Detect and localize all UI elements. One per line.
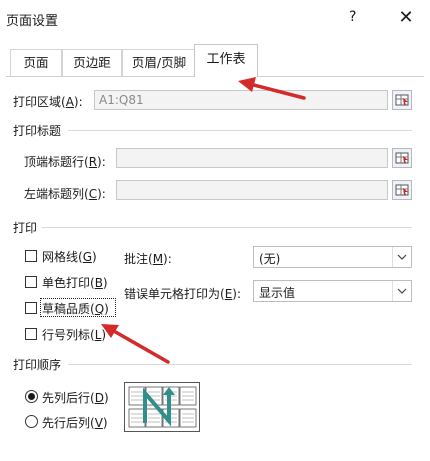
tab-page[interactable]: 页面	[10, 49, 62, 76]
tab-sheet[interactable]: 工作表	[194, 44, 258, 77]
title-cols-label: 左端标题列(C):	[24, 187, 106, 201]
row-col-headings-checkbox[interactable]	[25, 328, 37, 340]
range-select-icon	[395, 152, 409, 164]
annotation-arrow-to-draft-quality	[101, 324, 170, 364]
divider	[42, 227, 412, 228]
down-then-over-label: 先列后行(D)	[42, 391, 109, 405]
cell-errors-dropdown[interactable]: 显示值	[253, 280, 412, 302]
dialog-title: 页面设置	[6, 14, 59, 29]
tab-strip: 页面 页边距 页眉/页脚 工作表	[6, 44, 424, 77]
print-titles-group-label: 打印标题	[13, 124, 62, 138]
title-bar: 页面设置 ? ✕	[0, 0, 430, 36]
title-cols-input[interactable]	[116, 180, 388, 200]
cell-errors-label: 错误单元格打印为(E):	[124, 287, 242, 301]
chevron-down-icon	[392, 281, 411, 301]
comments-value: (无)	[259, 252, 281, 266]
gridlines-label: 网格线(G)	[42, 250, 97, 264]
row-col-headings-label: 行号列标(L)	[42, 328, 107, 342]
page-order-preview-icon	[124, 382, 200, 432]
title-rows-collapse-button[interactable]	[392, 148, 412, 168]
divider	[68, 130, 412, 131]
chevron-down-icon	[392, 247, 411, 267]
down-then-over-radio[interactable]	[25, 390, 38, 403]
black-and-white-label: 单色打印(B)	[42, 276, 108, 290]
comments-label: 批注(M):	[124, 252, 172, 266]
comments-dropdown[interactable]: (无)	[253, 246, 412, 268]
title-rows-input[interactable]	[116, 148, 388, 168]
draft-quality-checkbox[interactable]	[25, 302, 37, 314]
tab-margins[interactable]: 页边距	[62, 49, 122, 76]
black-and-white-checkbox[interactable]	[25, 276, 37, 288]
close-button[interactable]: ✕	[394, 6, 418, 30]
over-then-down-radio[interactable]	[25, 415, 38, 428]
print-area-label: 打印区域(A):	[13, 95, 83, 109]
over-then-down-label: 先行后列(V)	[42, 416, 108, 430]
print-area-input[interactable]: A1:Q81	[94, 90, 388, 110]
divider	[68, 364, 412, 365]
cell-errors-value: 显示值	[259, 286, 296, 300]
gridlines-checkbox[interactable]	[25, 250, 37, 262]
range-select-icon	[395, 94, 409, 106]
tab-header-footer[interactable]: 页眉/页脚	[122, 49, 196, 76]
focus-rectangle	[40, 298, 116, 317]
title-cols-collapse-button[interactable]	[392, 180, 412, 200]
print-group-label: 打印	[13, 221, 38, 235]
title-rows-label: 顶端标题行(R):	[24, 155, 106, 169]
range-select-icon	[395, 184, 409, 196]
help-button[interactable]: ?	[349, 9, 356, 25]
page-order-group-label: 打印顺序	[13, 358, 62, 372]
print-area-collapse-button[interactable]	[392, 90, 412, 110]
